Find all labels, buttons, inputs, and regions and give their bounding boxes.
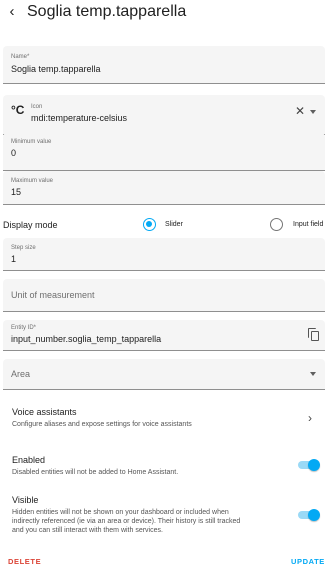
minimum-value-label: Minimum value <box>11 139 52 145</box>
enabled-description: Disabled entities will not be added to H… <box>12 469 179 476</box>
minimum-value-field[interactable]: Minimum value 0 <box>3 133 325 171</box>
visible-description-line-2: indirectly referenced (ie via an area or… <box>12 518 241 525</box>
delete-button[interactable]: DELETE <box>8 556 41 568</box>
name-field-label: Name* <box>11 54 30 60</box>
step-size-label: Step size <box>11 245 36 251</box>
dialog-title: Soglia temp.tapparella <box>27 3 187 20</box>
minimum-value-value: 0 <box>11 148 17 158</box>
entity-id-field[interactable]: Entity ID* input_number.soglia_temp_tapp… <box>3 320 325 351</box>
visible-description-line-1: Hidden entities will not be shown on you… <box>12 509 229 516</box>
chevron-right-icon[interactable]: › <box>308 411 312 425</box>
unit-of-measurement-field[interactable]: Unit of measurement <box>3 279 325 312</box>
icon-field[interactable]: °C Icon mdi:temperature-celsius ✕ <box>3 95 325 135</box>
back-arrow-icon[interactable]: ‹ <box>3 2 21 22</box>
icon-field-label: Icon <box>31 104 43 110</box>
voice-assistants-description: Configure aliases and expose settings fo… <box>12 421 192 428</box>
name-field-value: Soglia temp.tapparella <box>11 64 101 74</box>
icon-field-value: mdi:temperature-celsius <box>31 113 128 123</box>
area-placeholder: Area <box>11 369 31 379</box>
area-field[interactable]: Area <box>3 359 325 390</box>
area-dropdown-caret-icon[interactable] <box>310 372 316 376</box>
input-field-radio-label[interactable]: Input field <box>293 219 323 231</box>
visible-toggle[interactable] <box>296 509 320 521</box>
unit-of-measurement-placeholder: Unit of measurement <box>11 290 95 300</box>
update-button[interactable]: UPDATE <box>291 556 325 568</box>
display-mode-label: Display mode <box>3 220 58 230</box>
temperature-celsius-icon: °C <box>11 103 25 117</box>
enabled-toggle[interactable] <box>296 459 320 471</box>
slider-radio-label[interactable]: Slider <box>165 219 183 231</box>
name-field[interactable]: Name* Soglia temp.tapparella <box>3 46 325 84</box>
dropdown-caret-icon[interactable] <box>310 110 316 114</box>
voice-assistants-title: Voice assistants <box>12 407 77 417</box>
copy-icon[interactable] <box>308 328 320 341</box>
enabled-title: Enabled <box>12 455 46 465</box>
entity-id-label: Entity ID* <box>11 325 37 331</box>
clear-icon[interactable]: ✕ <box>295 104 305 118</box>
maximum-value-value: 15 <box>11 187 22 197</box>
entity-id-value: input_number.soglia_temp_tapparella <box>11 334 162 344</box>
input-field-radio[interactable] <box>270 218 283 231</box>
slider-radio[interactable] <box>143 218 156 231</box>
top-app-bar: ‹ Soglia temp.tapparella <box>0 0 328 26</box>
step-size-field[interactable]: Step size 1 <box>3 238 325 271</box>
display-mode-group: Display mode Slider Input field <box>0 214 328 236</box>
maximum-value-field[interactable]: Maximum value 15 <box>3 171 325 205</box>
visible-description-line-3: and you can still interact with them wit… <box>12 527 163 534</box>
visible-title: Visible <box>12 495 39 505</box>
step-size-value: 1 <box>11 254 17 264</box>
maximum-value-label: Maximum value <box>11 178 54 184</box>
